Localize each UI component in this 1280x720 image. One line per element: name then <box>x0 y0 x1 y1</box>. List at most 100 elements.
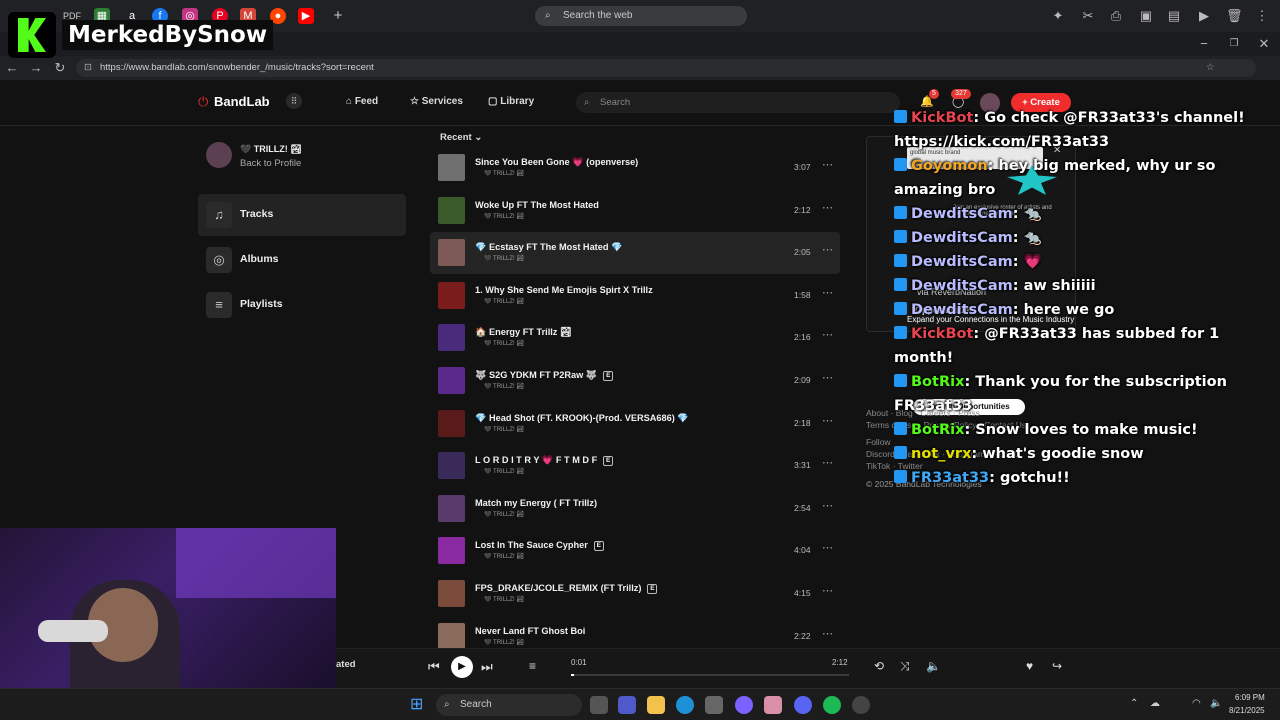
track-cover-art[interactable] <box>438 154 465 181</box>
volume-icon[interactable]: 🔈 <box>926 659 941 673</box>
close-icon[interactable]: ✕ <box>1256 36 1272 52</box>
more-options-icon[interactable]: ⋯ <box>822 243 833 256</box>
chat-username[interactable]: DewditsCam <box>911 302 1013 318</box>
repeat-icon[interactable]: ⟲ <box>874 659 884 673</box>
track-cover-art[interactable] <box>438 452 465 480</box>
track-cover-art[interactable] <box>438 494 465 522</box>
track-cover-art[interactable] <box>438 367 465 394</box>
spotify-icon[interactable] <box>823 696 841 714</box>
restore-icon[interactable]: ❐ <box>1226 36 1242 52</box>
track-artist[interactable]: 🖤 TRILLZ! 🏞 <box>484 255 524 262</box>
chat-username[interactable]: FR33at33 <box>911 470 989 486</box>
previous-track-icon[interactable]: ⏮ <box>428 659 440 675</box>
speaker-icon[interactable]: 🔈 <box>1210 698 1222 709</box>
track-cover-art[interactable] <box>438 537 465 565</box>
bandlab-logo-icon[interactable]: ⏻ <box>198 94 208 110</box>
chat-username[interactable]: BotRix <box>911 422 964 438</box>
progress-track[interactable] <box>571 674 849 676</box>
file-explorer-icon[interactable] <box>647 696 665 714</box>
like-heart-icon[interactable]: ♥ <box>1026 659 1033 673</box>
track-artist[interactable]: 🖤 TRILLZ! 🏞 <box>484 426 524 433</box>
track-artist[interactable]: 🖤 TRILLZ! 🏞 <box>484 340 524 347</box>
track-cover-art[interactable] <box>438 409 465 437</box>
track-row[interactable]: Match my Energy ( FT Trillz) 🖤 TRILLZ! 🏞 2… <box>430 488 840 530</box>
discord-icon[interactable] <box>794 696 812 714</box>
track-title[interactable]: Woke Up FT The Most Hated <box>475 200 599 210</box>
track-artist[interactable]: 🖤 TRILLZ! 🏞 <box>484 170 524 177</box>
bandlab-brand[interactable]: BandLab <box>214 94 270 109</box>
screenshot-icon[interactable]: ▣ <box>1138 8 1154 24</box>
track-cover-art[interactable] <box>438 281 465 309</box>
more-options-icon[interactable]: ⋯ <box>822 328 833 341</box>
track-row[interactable]: FPS_DRAKE/JCOLE_REMIX (FT Trillz) E 🖤 TRIL… <box>430 573 840 615</box>
track-row[interactable]: 🐺 S2G YDKM FT P2Raw 🐺 E 🖤 TRILLZ! 🏞 2:09 ⋯ <box>430 360 840 402</box>
trash-icon[interactable]: 🗑 <box>1226 8 1243 24</box>
tray-chevron-icon[interactable]: ⌃ <box>1130 698 1138 709</box>
more-options-icon[interactable]: ⋯ <box>822 627 833 640</box>
refresh-icon[interactable]: ↻ <box>52 60 68 76</box>
track-row[interactable]: 🏠 Energy FT Trillz 🏞 🖤 TRILLZ! 🏞 2:16 ⋯ <box>430 317 840 359</box>
track-row[interactable]: 💎 Head Shot (FT. KROOK)-(Prod. VERSA686)… <box>430 403 840 445</box>
track-title[interactable]: Lost In The Sauce Cypher E <box>475 540 604 552</box>
obs-icon[interactable] <box>852 696 870 714</box>
track-row[interactable]: 1. Why She Send Me Emojis Spirt X Trillz… <box>430 275 840 317</box>
track-title[interactable]: FPS_DRAKE/JCOLE_REMIX (FT Trillz) E <box>475 583 658 594</box>
apps-grid-icon[interactable]: ⠿ <box>286 93 302 109</box>
track-cover-art[interactable] <box>438 324 465 352</box>
play-button[interactable]: ▶ <box>451 656 473 678</box>
more-options-icon[interactable]: ⋯ <box>822 201 833 214</box>
shuffle-icon[interactable]: ⤨ <box>900 659 910 674</box>
track-title[interactable]: L O R D I T R Y 💗 F T M D FE <box>475 455 614 467</box>
track-cover-art[interactable] <box>438 622 465 650</box>
bandlab-search-input[interactable]: ⌕ Search <box>576 92 900 113</box>
sidebar-item-albums[interactable]: ◎ Albums <box>198 239 406 281</box>
track-artist[interactable]: 🖤 TRILLZ! 🏞 <box>484 639 524 646</box>
track-artist[interactable]: 🖤 TRILLZ! 🏞 <box>484 298 524 305</box>
track-title[interactable]: 🏠 Energy FT Trillz 🏞 <box>475 327 572 338</box>
play-circle-icon[interactable]: ▶ <box>1196 8 1212 24</box>
menu-icon[interactable]: ⋮ <box>1254 8 1270 24</box>
minimize-icon[interactable]: − <box>1196 36 1212 52</box>
address-bar[interactable]: ⊡ https://www.bandlab.com/snowbender_/mu… <box>76 59 1256 77</box>
nav-library[interactable]: ▢ Library <box>488 96 534 107</box>
nav-services[interactable]: ☆ Services <box>410 96 463 107</box>
wifi-icon[interactable]: ◠ <box>1192 698 1201 709</box>
track-cover-art[interactable] <box>438 196 465 224</box>
windows-start-icon[interactable]: ⊞ <box>410 696 428 714</box>
more-options-icon[interactable]: ⋯ <box>822 584 833 597</box>
more-options-icon[interactable]: ⋯ <box>822 158 833 171</box>
taskbar-search[interactable]: ⌕ Search <box>436 694 582 716</box>
track-artist[interactable]: 🖤 TRILLZ! 🏞 <box>484 213 524 220</box>
chat-username[interactable]: KickBot <box>911 110 973 126</box>
new-tab-icon[interactable]: + <box>330 8 346 24</box>
nav-feed[interactable]: ⌂ Feed <box>346 96 378 107</box>
copilot-icon[interactable]: ✦ <box>1050 8 1066 24</box>
track-row[interactable]: Woke Up FT The Most Hated 🖤 TRILLZ! 🏞 2:12… <box>430 190 840 232</box>
photos-icon[interactable] <box>764 696 782 714</box>
profile-avatar[interactable] <box>206 142 232 168</box>
track-row[interactable]: Since You Been Gone 💗 (openverse) 🖤 TRILL… <box>430 147 840 189</box>
youtube-tab-icon[interactable]: ▶ <box>298 8 314 24</box>
chat-username[interactable]: Goyomon <box>911 158 988 174</box>
track-title[interactable]: 🐺 S2G YDKM FT P2Raw 🐺 E <box>475 370 614 381</box>
edge-icon[interactable] <box>676 696 694 714</box>
track-title[interactable]: 💎 Ecstasy FT The Most Hated 💎 <box>475 242 622 253</box>
chat-username[interactable]: DewditsCam <box>911 206 1013 222</box>
copilot-app-icon[interactable] <box>735 696 753 714</box>
store-icon[interactable] <box>705 696 723 714</box>
track-artist[interactable]: 🖤 TRILLZ! 🏞 <box>484 383 524 390</box>
track-artist[interactable]: 🖤 TRILLZ! 🏞 <box>484 596 524 603</box>
scissors-icon[interactable]: ✂ <box>1080 8 1096 24</box>
sidebar-item-playlists[interactable]: ≡ Playlists <box>198 284 406 326</box>
share-icon[interactable]: ↪ <box>1052 659 1062 673</box>
track-artist[interactable]: 🖤 TRILLZ! 🏞 <box>484 468 524 475</box>
task-view-icon[interactable] <box>590 696 608 714</box>
back-to-profile-link[interactable]: Back to Profile <box>240 158 301 169</box>
chat-username[interactable]: KickBot <box>911 326 973 342</box>
teams-icon[interactable] <box>618 696 636 714</box>
sidebar-item-tracks[interactable]: ♫ Tracks <box>198 194 406 236</box>
forward-icon[interactable]: → <box>28 60 44 76</box>
track-title[interactable]: 1. Why She Send Me Emojis Spirt X Trillz <box>475 285 653 295</box>
chat-username[interactable]: DewditsCam <box>911 278 1013 294</box>
back-icon[interactable]: ← <box>4 60 20 76</box>
